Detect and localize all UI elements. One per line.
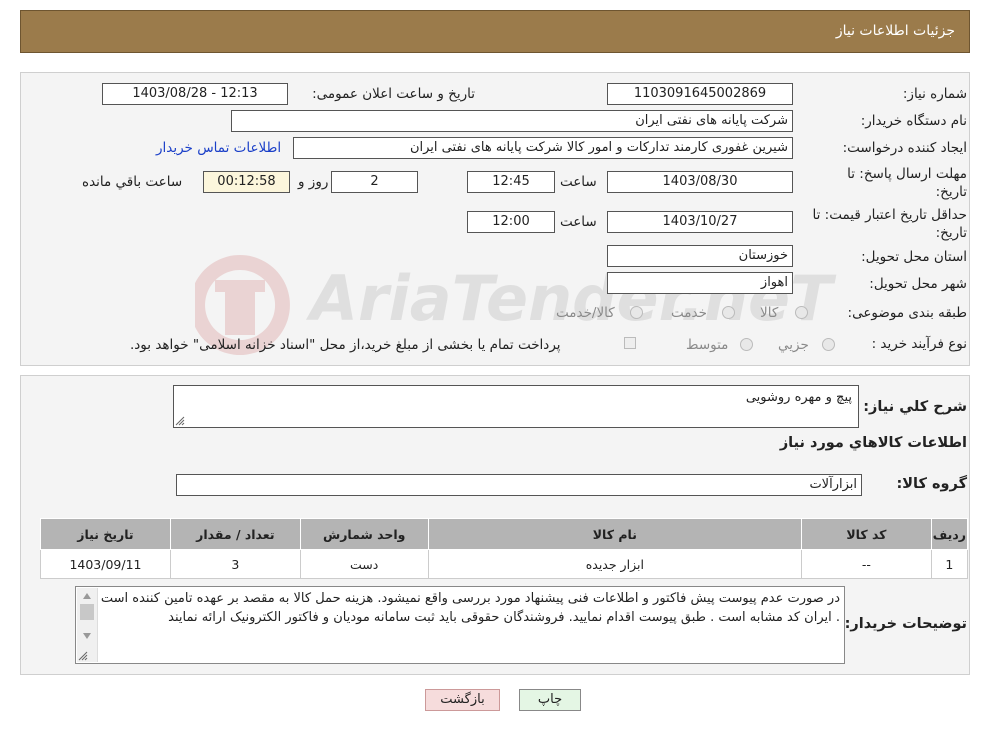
city-field[interactable]: اهواز	[607, 272, 793, 294]
cell-row-number: 1	[930, 549, 969, 579]
category-radio-service[interactable]	[722, 306, 735, 319]
items-heading: اطلاعات کالاهاي مورد نياز	[779, 435, 967, 451]
deadline-time-label: ساعت	[560, 174, 597, 190]
cell-unit: دست	[299, 549, 429, 579]
category-option-goods-service: کالا/خدمت	[556, 305, 615, 321]
col-header-item-code: کد کالا	[801, 518, 932, 550]
treasury-payment-checkbox[interactable]	[624, 337, 636, 349]
cell-item-code: --	[801, 549, 932, 579]
notes-label: توضیحات خریدار:	[844, 616, 967, 632]
need-number-field[interactable]: 1103091645002869	[607, 83, 793, 105]
category-label: طبقه بندی موضوعی:	[847, 305, 967, 321]
category-radio-goods[interactable]	[795, 306, 808, 319]
print-button[interactable]: چاپ	[519, 689, 581, 711]
cell-quantity: 3	[169, 549, 301, 579]
table-header-row: رديف کد کالا نام کالا واحد شمارش تعداد /…	[40, 518, 969, 550]
scroll-down-icon[interactable]	[82, 632, 92, 640]
summary-text: پیچ و مهره روشویی	[745, 390, 852, 405]
process-option-minor: جزیي	[778, 337, 809, 353]
validity-time-label: ساعت	[560, 214, 597, 230]
announce-field[interactable]: 1403/08/28 - 12:13	[102, 83, 288, 105]
validity-time-field[interactable]: 12:00	[467, 211, 555, 233]
scroll-up-icon[interactable]	[82, 592, 92, 600]
payment-note: پرداخت تمام یا بخشی از مبلغ خرید،از محل …	[130, 337, 561, 353]
deadline-date-field[interactable]: 1403/08/30	[607, 171, 793, 193]
cell-need-date: 1403/09/11	[40, 549, 171, 579]
deadline-label: مهلت ارسال پاسخ: تا	[847, 166, 967, 182]
cell-item-name: ابزار جدیده	[427, 549, 803, 579]
process-radio-minor[interactable]	[822, 338, 835, 351]
items-table: رديف کد کالا نام کالا واحد شمارش تعداد /…	[40, 518, 969, 579]
notes-scrollbar[interactable]	[77, 588, 98, 662]
process-option-medium: متوسط	[686, 337, 729, 353]
notes-text: در صورت عدم پیوست پیش فاکتور و اطلاعات ف…	[100, 591, 840, 625]
validity-label: حداقل تاریخ اعتبار قیمت: تا	[812, 207, 967, 223]
creator-field[interactable]: شیرین غفوری کارمند تدارکات و امور کالا ش…	[293, 137, 793, 159]
category-option-goods: کالا	[760, 305, 779, 321]
col-header-need-date: تاریخ نیاز	[40, 518, 171, 550]
creator-label: ایجاد کننده درخواست:	[842, 140, 967, 156]
notes-textarea[interactable]: در صورت عدم پیوست پیش فاکتور و اطلاعات ف…	[75, 586, 845, 664]
province-field[interactable]: خوزستان	[607, 245, 793, 267]
province-label: استان محل تحویل:	[861, 249, 967, 265]
resize-handle-icon[interactable]	[78, 651, 88, 661]
buyer-org-label: نام دستگاه خریدار:	[860, 113, 967, 129]
deadline-label-date: تاریخ:	[935, 184, 967, 200]
validity-date-field[interactable]: 1403/10/27	[607, 211, 793, 233]
group-field[interactable]: ابزارآلات	[176, 474, 862, 496]
deadline-time-field[interactable]: 12:45	[467, 171, 555, 193]
page-header: جزئیات اطلاعات نیاز	[20, 10, 970, 53]
col-header-row-number: رديف	[930, 518, 969, 550]
need-number-label: شماره نیاز:	[902, 86, 967, 102]
city-label: شهر محل تحویل:	[869, 276, 967, 292]
buyer-contact-link[interactable]: اطلاعات تماس خریدار	[156, 140, 281, 156]
resize-handle-icon[interactable]	[175, 416, 185, 426]
back-button[interactable]: بازگشت	[425, 689, 500, 711]
group-label: گروه کالا:	[896, 476, 967, 492]
announce-label: تاریخ و ساعت اعلان عمومی:	[312, 86, 475, 102]
category-radio-goods-service[interactable]	[630, 306, 643, 319]
category-option-service: خدمت	[671, 305, 707, 321]
days-field[interactable]: 2	[331, 171, 418, 193]
remaining-label: ساعت باقي مانده	[82, 174, 183, 190]
page-title: جزئیات اطلاعات نیاز	[835, 23, 955, 39]
days-label: روز و	[298, 174, 329, 190]
remaining-time-field: 00:12:58	[203, 171, 290, 193]
process-label: نوع فرآیند خرید :	[871, 336, 967, 352]
summary-textarea[interactable]: پیچ و مهره روشویی	[173, 385, 859, 428]
process-radio-medium[interactable]	[740, 338, 753, 351]
table-row[interactable]: 1 -- ابزار جدیده دست 3 1403/09/11	[40, 549, 969, 579]
scroll-thumb[interactable]	[80, 604, 94, 620]
col-header-unit: واحد شمارش	[299, 518, 429, 550]
summary-label: شرح کلي نياز:	[863, 399, 967, 415]
col-header-item-name: نام کالا	[427, 518, 803, 550]
validity-label-date: تاریخ:	[935, 225, 967, 241]
col-header-quantity: تعداد / مقدار	[169, 518, 301, 550]
buyer-org-field[interactable]: شرکت پایانه های نفتی ایران	[231, 110, 793, 132]
